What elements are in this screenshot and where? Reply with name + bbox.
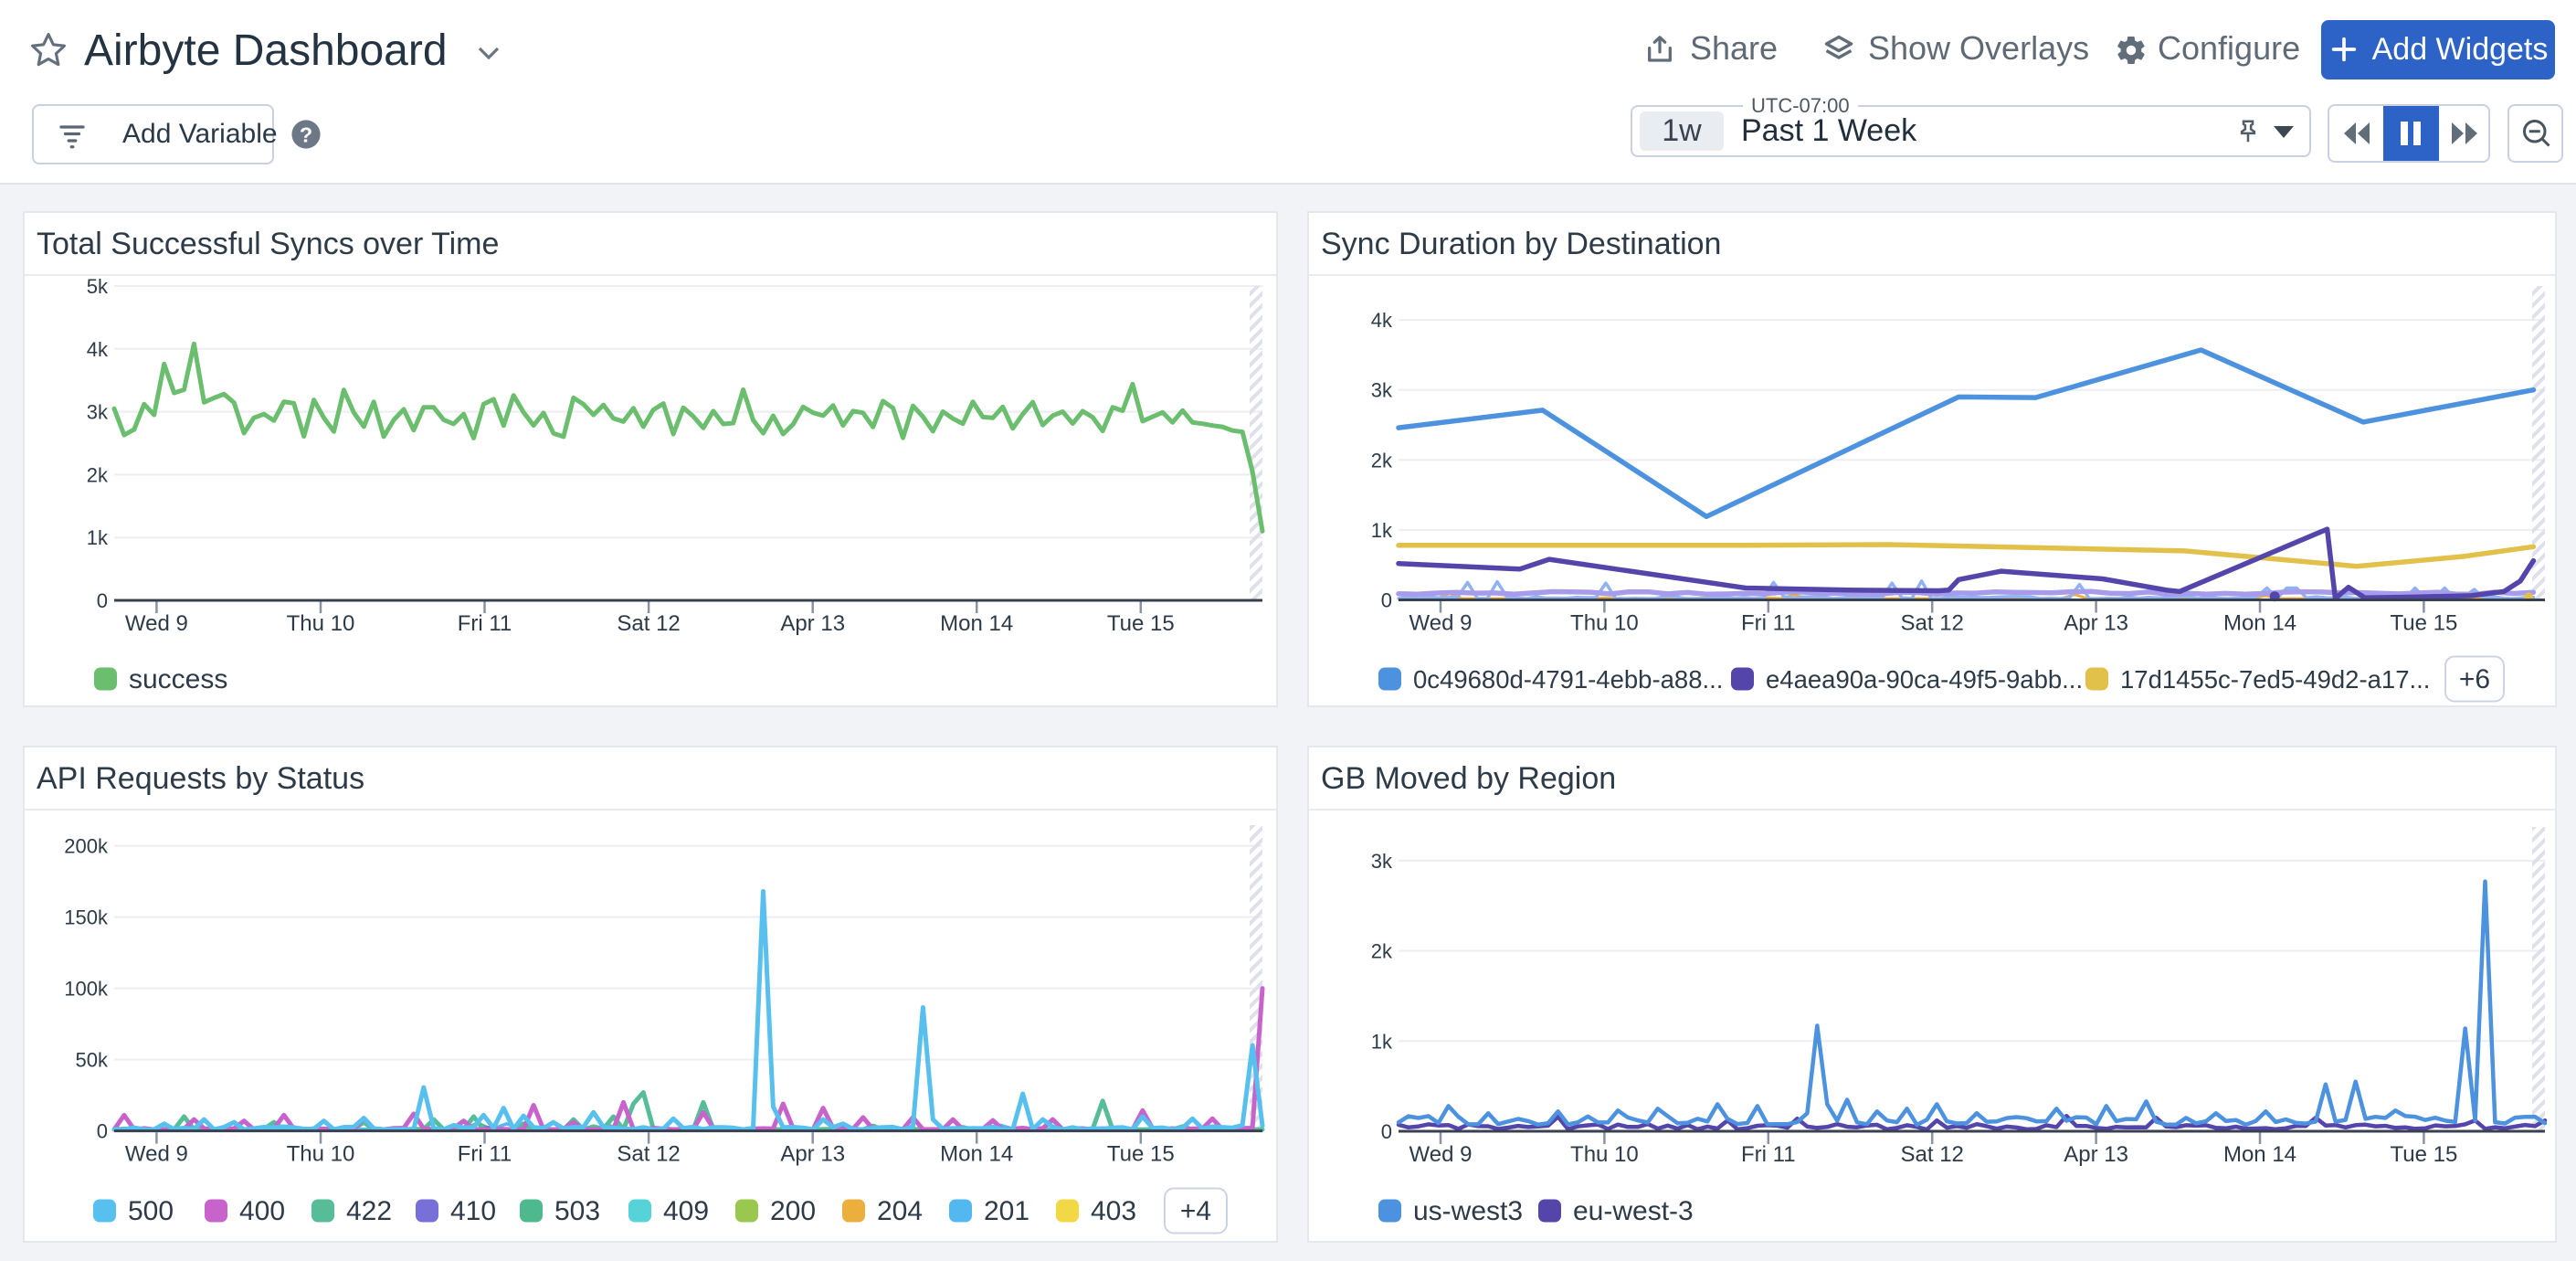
svg-text:50k: 50k [76,1049,109,1072]
svg-text:200k: 200k [64,835,109,858]
svg-text:0: 0 [1381,1120,1392,1143]
svg-text:Apr 13: Apr 13 [780,1142,845,1167]
svg-text:eu-west-3: eu-west-3 [1573,1196,1694,1226]
svg-text:+6: +6 [2459,664,2490,694]
svg-text:Tue 15: Tue 15 [2390,611,2457,636]
svg-text:Apr 13: Apr 13 [2064,1142,2128,1167]
svg-text:Tue 15: Tue 15 [2390,1142,2457,1167]
svg-text:503: 503 [554,1196,600,1226]
svg-text:Fri 11: Fri 11 [458,1142,512,1167]
svg-text:Thu 10: Thu 10 [287,611,355,636]
svg-text:Fri 11: Fri 11 [458,611,512,636]
svg-text:Mon 14: Mon 14 [2223,1142,2296,1167]
svg-text:403: 403 [1091,1196,1136,1226]
svg-text:0: 0 [97,589,108,612]
svg-text:409: 409 [663,1196,709,1226]
svg-text:3k: 3k [87,401,109,424]
svg-text:Thu 10: Thu 10 [1570,1142,1639,1167]
svg-text:3k: 3k [1371,850,1393,873]
svg-text:4k: 4k [87,338,109,361]
svg-text:1k: 1k [1371,519,1393,542]
svg-text:Tue 15: Tue 15 [1107,611,1175,636]
svg-text:e4aea90a-90ca-49f5-9abb...: e4aea90a-90ca-49f5-9abb... [1766,665,2083,694]
svg-text:200: 200 [770,1196,816,1226]
svg-text:Mon 14: Mon 14 [940,1142,1013,1167]
svg-text:1k: 1k [1371,1030,1393,1053]
svg-text:2k: 2k [1371,449,1393,472]
svg-text:Apr 13: Apr 13 [780,611,845,636]
svg-text:Mon 14: Mon 14 [2223,611,2296,636]
svg-text:2k: 2k [1371,940,1393,963]
svg-text:Wed 9: Wed 9 [1409,1142,1473,1167]
svg-text:+4: +4 [1180,1196,1211,1226]
svg-text:Tue 15: Tue 15 [1107,1142,1175,1167]
svg-text:Mon 14: Mon 14 [940,611,1013,636]
svg-text:0: 0 [97,1120,108,1143]
svg-text:4k: 4k [1371,309,1393,332]
svg-text:Thu 10: Thu 10 [1570,611,1639,636]
svg-text:success: success [129,664,227,694]
svg-text:us-west3: us-west3 [1413,1196,1523,1226]
svg-text:Apr 13: Apr 13 [2064,611,2128,636]
svg-text:17d1455c-7ed5-49d2-a17...: 17d1455c-7ed5-49d2-a17... [2120,665,2430,694]
svg-text:150k: 150k [64,906,109,929]
svg-text:422: 422 [346,1196,392,1226]
svg-text:Sat 12: Sat 12 [1901,611,1964,636]
svg-text:Thu 10: Thu 10 [287,1142,355,1167]
svg-text:?: ? [300,123,312,147]
svg-text:5k: 5k [87,275,109,298]
svg-text:0: 0 [1381,589,1392,612]
svg-text:0c49680d-4791-4ebb-a88...: 0c49680d-4791-4ebb-a88... [1413,665,1723,694]
svg-text:400: 400 [239,1196,285,1226]
svg-text:1k: 1k [87,526,109,549]
svg-text:204: 204 [877,1196,923,1226]
svg-text:Fri 11: Fri 11 [1741,611,1796,636]
svg-text:Sat 12: Sat 12 [1901,1142,1964,1167]
svg-text:201: 201 [984,1196,1029,1226]
svg-text:Wed 9: Wed 9 [125,611,188,636]
svg-text:Sat 12: Sat 12 [617,1142,680,1167]
svg-text:410: 410 [450,1196,496,1226]
svg-text:Fri 11: Fri 11 [1741,1142,1796,1167]
svg-text:2k: 2k [87,463,109,486]
svg-text:100k: 100k [64,978,109,1001]
svg-text:Sat 12: Sat 12 [617,611,680,636]
svg-text:Wed 9: Wed 9 [125,1142,188,1167]
svg-text:3k: 3k [1371,379,1393,402]
svg-text:500: 500 [128,1196,174,1226]
svg-text:Wed 9: Wed 9 [1409,611,1473,636]
